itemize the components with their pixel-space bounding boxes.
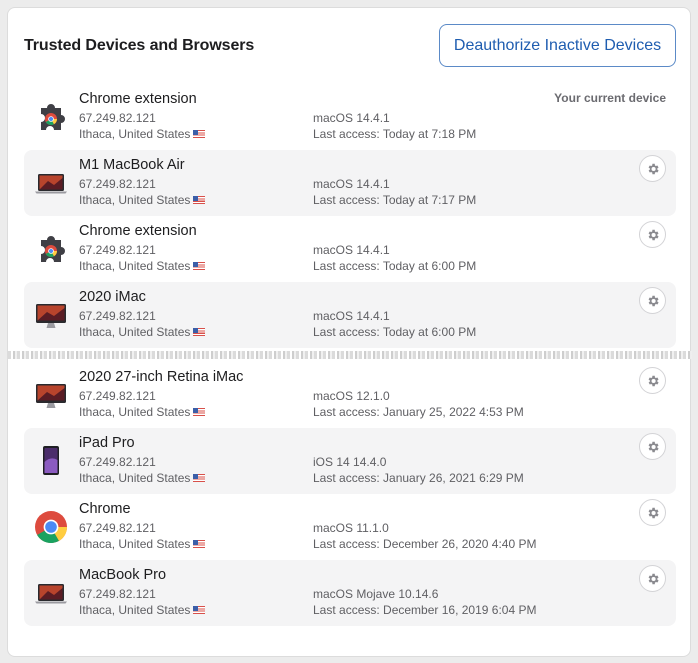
imac-icon xyxy=(36,304,66,328)
gear-icon xyxy=(648,441,659,452)
gear-icon xyxy=(648,295,659,306)
device-os: macOS 14.4.1 xyxy=(313,177,390,191)
device-location-text: Ithaca, United States xyxy=(79,259,191,273)
gear-icon xyxy=(648,573,659,584)
trusted-devices-card: Trusted Devices and Browsers Deauthorize… xyxy=(7,7,692,657)
device-os: macOS 14.4.1 xyxy=(313,111,390,125)
device-settings-button[interactable] xyxy=(639,367,666,394)
device-location-text: Ithaca, United States xyxy=(79,325,191,339)
device-location-text: Ithaca, United States xyxy=(79,127,191,141)
device-location: Ithaca, United States xyxy=(79,127,206,141)
device-name: MacBook Pro xyxy=(79,567,167,583)
laptop-icon xyxy=(35,174,67,194)
device-last-access: Last access: December 26, 2020 4:40 PM xyxy=(313,537,537,551)
device-row-2020-27-inch-retina-imac: 2020 27-inch Retina iMac 67.249.82.121 I… xyxy=(24,362,676,428)
device-row-chrome-extension-current: Chrome extension 67.249.82.121 Ithaca, U… xyxy=(24,84,676,150)
us-flag-icon xyxy=(193,540,206,548)
device-ip: 67.249.82.121 xyxy=(79,111,156,125)
device-last-access: Last access: January 25, 2022 4:53 PM xyxy=(313,405,524,419)
device-location: Ithaca, United States xyxy=(79,325,206,339)
device-row-2020-imac: 2020 iMac 67.249.82.121 Ithaca, United S… xyxy=(24,282,676,348)
device-settings-button[interactable] xyxy=(639,433,666,460)
device-last-access: Last access: Today at 7:17 PM xyxy=(313,193,477,207)
device-ip: 67.249.82.121 xyxy=(79,389,156,403)
device-name: Chrome extension xyxy=(79,91,197,107)
device-ip: 67.249.82.121 xyxy=(79,309,156,323)
device-name: Chrome extension xyxy=(79,223,197,239)
us-flag-icon xyxy=(193,328,206,336)
device-os: macOS 11.1.0 xyxy=(313,521,389,535)
device-os: macOS 12.1.0 xyxy=(313,389,390,403)
device-row-m1-macbook-air: M1 MacBook Air 67.249.82.121 Ithaca, Uni… xyxy=(24,150,676,216)
device-location: Ithaca, United States xyxy=(79,471,206,485)
device-name: 2020 iMac xyxy=(79,289,146,305)
device-os: macOS 14.4.1 xyxy=(313,243,390,257)
device-settings-button[interactable] xyxy=(639,565,666,592)
device-name: Chrome xyxy=(79,501,131,517)
device-ip: 67.249.82.121 xyxy=(79,455,156,469)
device-location-text: Ithaca, United States xyxy=(79,471,191,485)
device-ip: 67.249.82.121 xyxy=(79,587,156,601)
device-location: Ithaca, United States xyxy=(79,405,206,419)
device-row-macbook-pro: MacBook Pro 67.249.82.121 Ithaca, United… xyxy=(24,560,676,626)
device-ip: 67.249.82.121 xyxy=(79,177,156,191)
device-name: M1 MacBook Air xyxy=(79,157,185,173)
us-flag-icon xyxy=(193,130,206,138)
gear-icon xyxy=(648,163,659,174)
device-settings-button[interactable] xyxy=(639,287,666,314)
device-os: iOS 14 14.4.0 xyxy=(313,455,387,469)
chrome-extension-icon xyxy=(41,104,65,130)
device-os: macOS Mojave 10.14.6 xyxy=(313,587,439,601)
device-location-text: Ithaca, United States xyxy=(79,405,191,419)
torn-edge-divider xyxy=(8,351,692,359)
us-flag-icon xyxy=(193,408,206,416)
device-row-chrome-extension: Chrome extension 67.249.82.121 Ithaca, U… xyxy=(24,216,676,282)
imac-icon xyxy=(36,384,66,408)
device-last-access: Last access: December 16, 2019 6:04 PM xyxy=(313,603,537,617)
device-last-access: Last access: Today at 6:00 PM xyxy=(313,259,477,273)
deauthorize-inactive-devices-button[interactable]: Deauthorize Inactive Devices xyxy=(439,24,676,67)
device-last-access: Last access: Today at 6:00 PM xyxy=(313,325,477,339)
current-device-label: Your current device xyxy=(554,91,666,105)
us-flag-icon xyxy=(193,196,206,204)
ipad-icon xyxy=(43,446,59,475)
device-location: Ithaca, United States xyxy=(79,259,206,273)
page-title: Trusted Devices and Browsers xyxy=(24,37,255,54)
device-list: Chrome extension 67.249.82.121 Ithaca, U… xyxy=(8,84,692,626)
device-row-chrome: Chrome 67.249.82.121 Ithaca, United Stat… xyxy=(24,494,676,560)
device-location-text: Ithaca, United States xyxy=(79,537,191,551)
us-flag-icon xyxy=(193,474,206,482)
chrome-icon xyxy=(35,511,68,544)
device-name: iPad Pro xyxy=(79,435,135,451)
device-ip: 67.249.82.121 xyxy=(79,243,156,257)
device-name: 2020 27-inch Retina iMac xyxy=(79,369,244,385)
us-flag-icon xyxy=(193,262,206,270)
device-settings-button[interactable] xyxy=(639,155,666,182)
device-ip: 67.249.82.121 xyxy=(79,521,156,535)
device-os: macOS 14.4.1 xyxy=(313,309,390,323)
device-settings-button[interactable] xyxy=(639,221,666,248)
us-flag-icon xyxy=(193,606,206,614)
device-last-access: Last access: Today at 7:18 PM xyxy=(313,127,477,141)
gear-icon xyxy=(648,507,659,518)
device-settings-button[interactable] xyxy=(639,499,666,526)
device-location: Ithaca, United States xyxy=(79,603,206,617)
gear-icon xyxy=(648,229,659,240)
device-location: Ithaca, United States xyxy=(79,537,206,551)
laptop-icon xyxy=(35,584,67,604)
device-row-ipad-pro: iPad Pro 67.249.82.121 Ithaca, United St… xyxy=(24,428,676,494)
device-location-text: Ithaca, United States xyxy=(79,193,191,207)
device-last-access: Last access: January 26, 2021 6:29 PM xyxy=(313,471,524,485)
gear-icon xyxy=(648,375,659,386)
chrome-extension-icon xyxy=(41,236,65,262)
device-location: Ithaca, United States xyxy=(79,193,206,207)
device-location-text: Ithaca, United States xyxy=(79,603,191,617)
